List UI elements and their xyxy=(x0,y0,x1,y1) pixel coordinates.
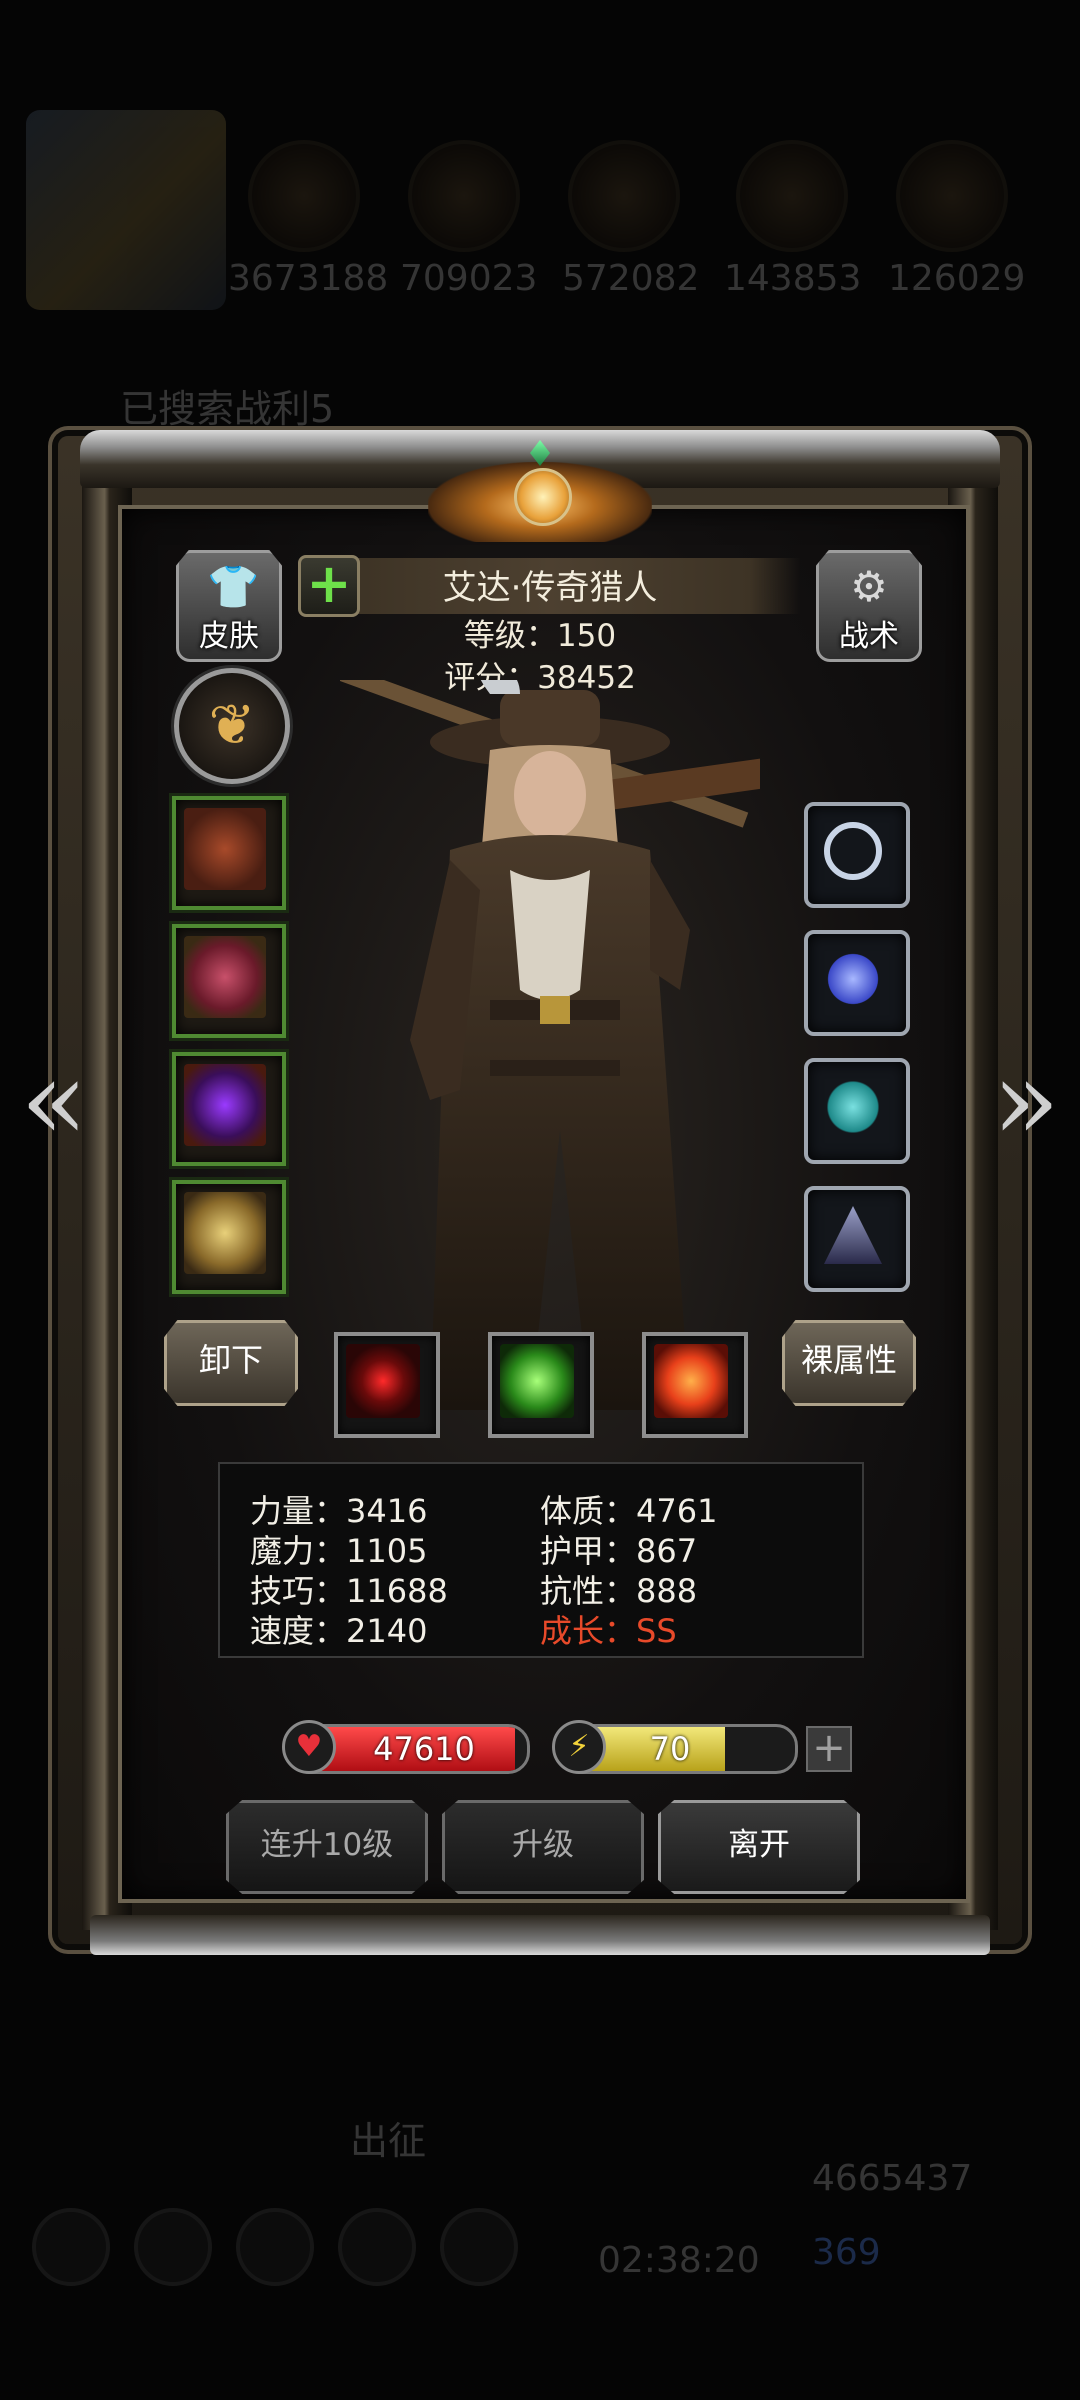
wings-icon: ❦ xyxy=(208,693,256,758)
skill-slot-3[interactable] xyxy=(642,1332,748,1438)
heart-icon: ♥ xyxy=(282,1720,336,1774)
skin-label: 皮肤 xyxy=(199,619,259,654)
gear-icon: ⚙ xyxy=(850,562,888,611)
gem-slot-4[interactable] xyxy=(804,1186,910,1292)
equip-slot-helmet[interactable] xyxy=(172,1052,286,1166)
resource-icon-1 xyxy=(248,140,360,252)
resource-value-5: 126029 xyxy=(888,258,1026,299)
tactics-button[interactable]: ⚙ 战术 xyxy=(816,550,922,662)
add-energy-button[interactable]: + xyxy=(806,1726,852,1772)
equip-slot-shield[interactable] xyxy=(172,1180,286,1294)
resource-icon-3 xyxy=(568,140,680,252)
gem-slot-2[interactable] xyxy=(804,930,910,1036)
dark-pyramid-icon xyxy=(824,1206,882,1264)
hero-name: 艾达·传奇猎人 xyxy=(442,568,658,608)
timer-text: 02:38:20 xyxy=(598,2240,760,2281)
bottom-nav-2 xyxy=(134,2208,212,2286)
level-up-button[interactable]: 升级 xyxy=(442,1800,644,1894)
lightning-icon: ⚡ xyxy=(552,1720,606,1774)
red-target-icon xyxy=(346,1344,420,1418)
skill-slot-2[interactable] xyxy=(488,1332,594,1438)
gem-slot-1[interactable] xyxy=(804,802,910,908)
prev-hero-arrow-icon[interactable]: « xyxy=(14,1045,94,1155)
gold-shield-icon xyxy=(184,1192,266,1274)
next-hero-arrow-icon[interactable]: » xyxy=(986,1045,1066,1155)
player-avatar xyxy=(26,110,226,310)
resource-icon-4 xyxy=(736,140,848,252)
skin-button[interactable]: 👕 皮肤 xyxy=(176,550,282,662)
gem-text: 369 xyxy=(812,2232,881,2273)
stat-speed: 速度：2140 xyxy=(250,1612,428,1650)
resource-value-4: 143853 xyxy=(724,258,862,299)
frame-bottom-ornament xyxy=(90,1915,990,1955)
energy-value: 70 xyxy=(649,1730,691,1768)
blue-crystal-icon xyxy=(824,950,882,1008)
resource-value-1: 3673188 xyxy=(228,258,389,299)
gold-text: 4665437 xyxy=(812,2158,973,2199)
bottom-nav-3 xyxy=(236,2208,314,2286)
resource-value-3: 572082 xyxy=(562,258,700,299)
resource-icon-2 xyxy=(408,140,520,252)
bottom-nav-4 xyxy=(338,2208,416,2286)
red-armor-icon xyxy=(184,936,266,1018)
hp-value: 47610 xyxy=(373,1730,475,1768)
skill-slot-1[interactable] xyxy=(334,1332,440,1438)
crest-emblem-icon xyxy=(514,468,572,526)
equip-slot-weapon[interactable] xyxy=(172,796,286,910)
green-skull-icon xyxy=(500,1344,574,1418)
pistol-icon xyxy=(184,808,266,890)
silver-tiara-icon xyxy=(824,822,882,880)
resource-icon-5 xyxy=(896,140,1008,252)
teal-stone-icon xyxy=(824,1078,882,1136)
shirt-icon: 👕 xyxy=(207,562,260,611)
unequip-button[interactable]: 卸下 xyxy=(164,1320,298,1406)
base-attributes-button[interactable]: 裸属性 xyxy=(782,1320,916,1406)
expedition-label: 出征 xyxy=(350,2119,427,2163)
purple-crown-icon xyxy=(184,1064,266,1146)
leave-button[interactable]: 离开 xyxy=(658,1800,860,1894)
obscured-quest-text: 已搜索战利5 xyxy=(120,387,335,431)
bottom-nav-5 xyxy=(440,2208,518,2286)
gem-slot-3[interactable] xyxy=(804,1058,910,1164)
tactics-label: 战术 xyxy=(839,619,899,654)
level-up-10-button[interactable]: 连升10级 xyxy=(226,1800,428,1894)
stat-growth: 成长：SS xyxy=(540,1612,677,1650)
stats-panel: 力量：3416 体质：4761 魔力：1105 护甲：867 技巧：11688 … xyxy=(218,1462,864,1658)
red-cross-icon xyxy=(654,1344,728,1418)
hero-level: 等级：150 xyxy=(463,618,617,654)
resource-value-2: 709023 xyxy=(400,258,538,299)
equip-slot-armor[interactable] xyxy=(172,924,286,1038)
rank-emblem[interactable]: ❦ xyxy=(174,668,290,784)
bottom-nav-1 xyxy=(32,2208,110,2286)
